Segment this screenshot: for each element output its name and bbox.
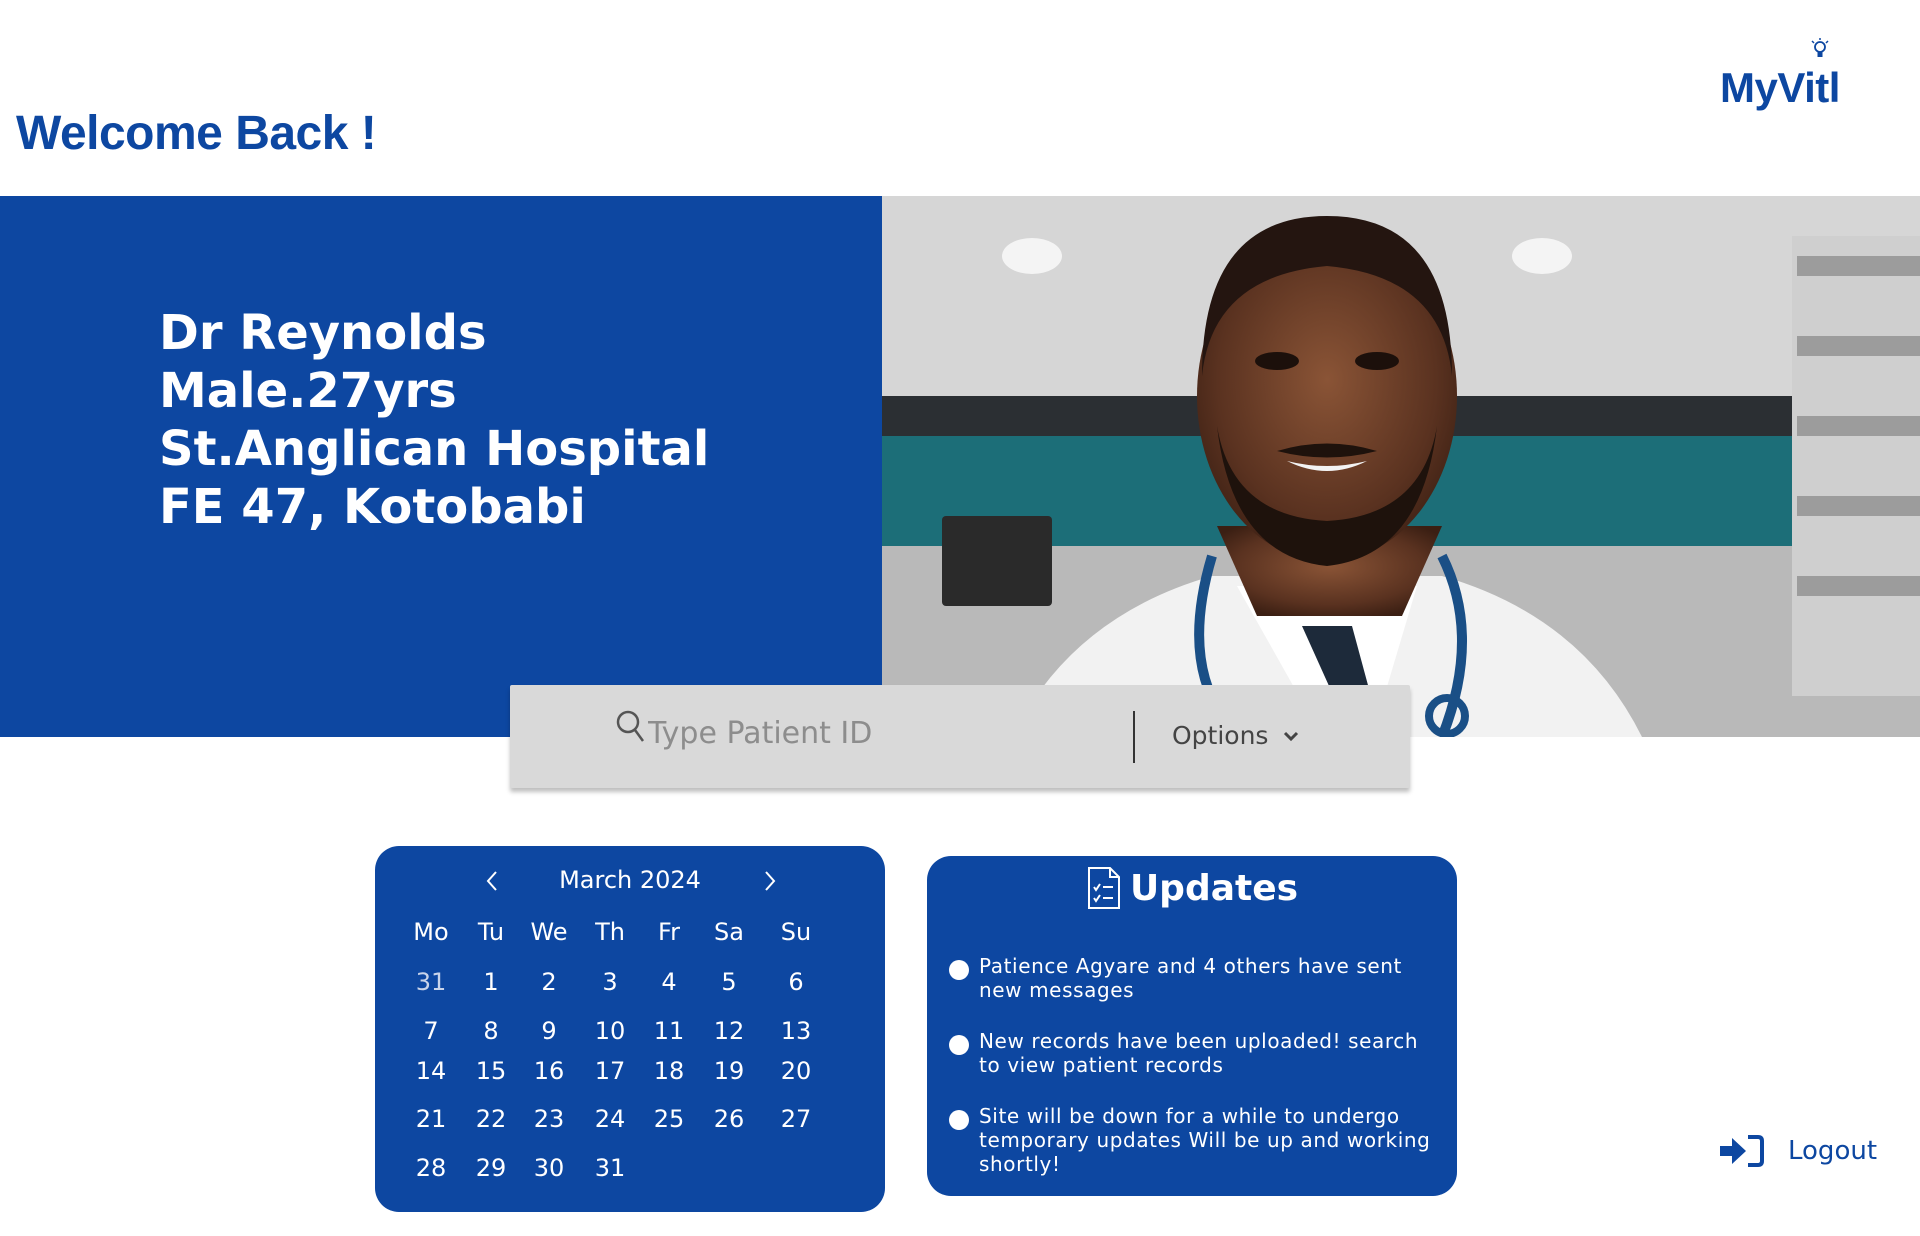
sign-in-arrow-icon xyxy=(1720,1135,1764,1167)
calendar-day[interactable]: 26 xyxy=(699,1105,759,1133)
calendar-day[interactable]: 24 xyxy=(580,1105,640,1133)
updates-panel: Updates Patience Agyare and 4 others hav… xyxy=(927,856,1457,1196)
bullet-icon xyxy=(949,1035,969,1055)
calendar-day[interactable]: 19 xyxy=(699,1057,759,1085)
calendar-day[interactable]: 28 xyxy=(401,1154,461,1182)
calendar-day[interactable]: 2 xyxy=(519,968,579,996)
calendar-day[interactable]: 29 xyxy=(461,1154,521,1182)
calendar-day[interactable]: 23 xyxy=(519,1105,579,1133)
updates-title: Updates xyxy=(1129,867,1299,909)
calendar-day[interactable]: 1 xyxy=(461,968,521,996)
update-item[interactable]: Site will be down for a while to undergo… xyxy=(949,1104,1439,1176)
patient-id-input[interactable] xyxy=(646,707,1120,759)
calendar: March 2024 Mo Tu We Th Fr Sa Su 31 1 2 3 4 5 6 7 8 9 10 11… xyxy=(375,846,885,1212)
doctor-gender-age: Male.27yrs xyxy=(159,363,457,419)
bullet-icon xyxy=(949,1110,969,1130)
calendar-header: March 2024 xyxy=(375,860,885,904)
calendar-day[interactable]: 10 xyxy=(580,1017,640,1045)
doctor-name: Dr Reynolds xyxy=(159,305,487,361)
weekday-label: Mo xyxy=(413,918,449,946)
patient-search-bar: Options xyxy=(510,685,1410,788)
calendar-day[interactable]: 3 xyxy=(580,968,640,996)
options-dropdown[interactable]: Options xyxy=(1172,721,1300,750)
doctor-portrait-image xyxy=(882,196,1920,737)
options-label: Options xyxy=(1172,721,1269,750)
page-title: Welcome Back ! xyxy=(16,107,377,160)
calendar-day[interactable]: 27 xyxy=(766,1105,826,1133)
logout-label: Logout xyxy=(1788,1136,1878,1166)
weekday-label: Fr xyxy=(658,918,680,946)
calendar-day[interactable]: 20 xyxy=(766,1057,826,1085)
calendar-day[interactable]: 25 xyxy=(639,1105,699,1133)
calendar-day[interactable]: 17 xyxy=(580,1057,640,1085)
brand-name: MyVitl xyxy=(1720,64,1840,111)
calendar-day[interactable]: 5 xyxy=(699,968,759,996)
update-text: New records have been uploaded! search t… xyxy=(979,1029,1419,1077)
doctor-info: Dr Reynolds Male.27yrs St.Anglican Hospi… xyxy=(159,304,709,536)
calendar-day[interactable]: 31 xyxy=(401,968,461,996)
calendar-day[interactable]: 4 xyxy=(639,968,699,996)
doctor-address: FE 47, Kotobabi xyxy=(159,479,586,535)
calendar-day[interactable]: 7 xyxy=(401,1017,461,1045)
weekday-label: Sa xyxy=(714,918,744,946)
calendar-day[interactable]: 9 xyxy=(519,1017,579,1045)
search-icon xyxy=(616,710,645,742)
updates-header: Updates xyxy=(927,866,1457,910)
calendar-day[interactable]: 31 xyxy=(580,1154,640,1182)
brand-logo[interactable]: MyVitl xyxy=(1718,38,1858,111)
update-item[interactable]: New records have been uploaded! search t… xyxy=(949,1029,1439,1077)
weekday-label: Th xyxy=(595,918,625,946)
calendar-day[interactable]: 18 xyxy=(639,1057,699,1085)
calendar-month-label: March 2024 xyxy=(559,866,701,894)
lightbulb-icon xyxy=(1811,38,1829,57)
calendar-day[interactable]: 11 xyxy=(639,1017,699,1045)
logout-button[interactable]: Logout xyxy=(1718,1134,1877,1168)
calendar-day[interactable]: 12 xyxy=(699,1017,759,1045)
update-text: Patience Agyare and 4 others have sent n… xyxy=(979,954,1402,1002)
calendar-day[interactable]: 15 xyxy=(461,1057,521,1085)
calendar-day[interactable]: 21 xyxy=(401,1105,461,1133)
weekday-label: Tu xyxy=(477,918,505,946)
calendar-day[interactable]: 16 xyxy=(519,1057,579,1085)
search-divider xyxy=(1133,711,1135,763)
bullet-icon xyxy=(949,960,969,980)
calendar-day[interactable]: 13 xyxy=(766,1017,826,1045)
calendar-day[interactable]: 14 xyxy=(401,1057,461,1085)
calendar-day[interactable]: 6 xyxy=(766,968,826,996)
chevron-down-icon xyxy=(1284,731,1299,741)
calendar-day[interactable]: 8 xyxy=(461,1017,521,1045)
doctor-photo xyxy=(882,196,1920,737)
calendar-day[interactable]: 22 xyxy=(461,1105,521,1133)
weekday-label: We xyxy=(530,918,568,946)
calendar-day[interactable]: 30 xyxy=(519,1154,579,1182)
checklist-document-icon xyxy=(1087,867,1120,909)
weekday-label: Su xyxy=(780,918,812,946)
update-text: Site will be down for a while to undergo… xyxy=(979,1104,1431,1176)
update-item[interactable]: Patience Agyare and 4 others have sent n… xyxy=(949,954,1439,1002)
chevron-right-icon[interactable] xyxy=(759,868,781,894)
doctor-hospital: St.Anglican Hospital xyxy=(159,421,710,477)
